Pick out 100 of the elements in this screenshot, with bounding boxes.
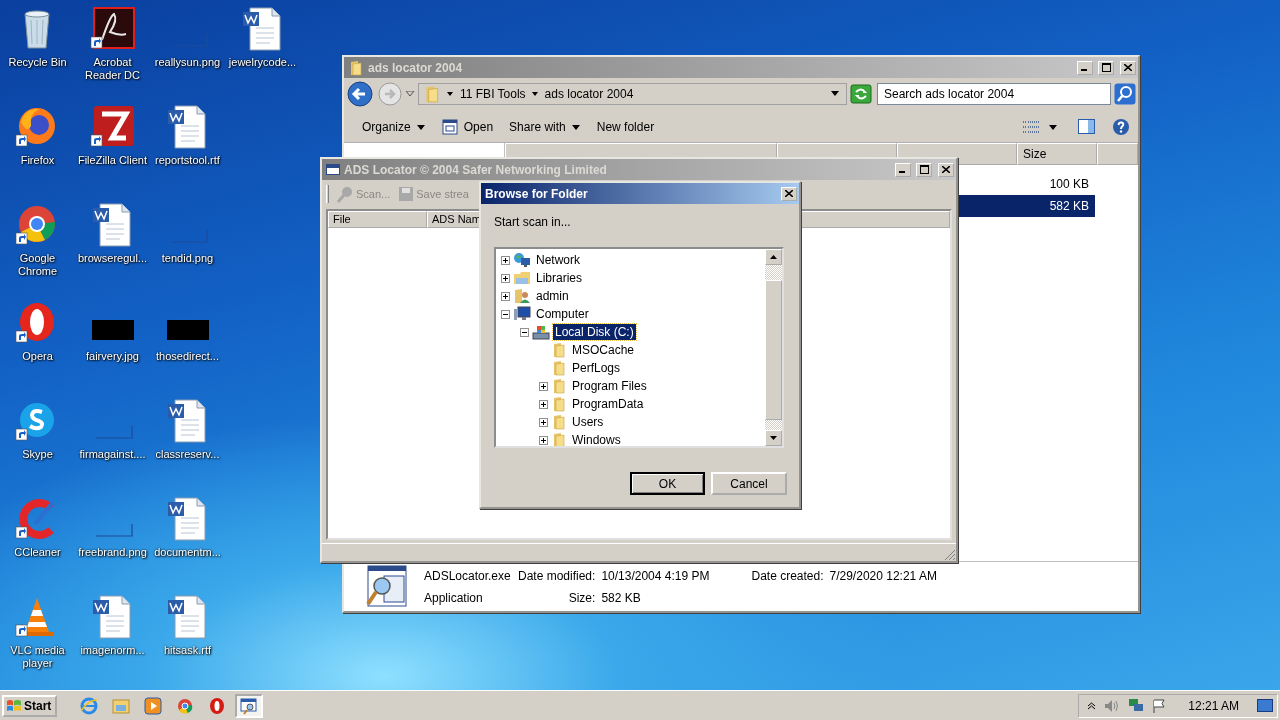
file-row[interactable]: 582 KB <box>957 195 1095 217</box>
toolbar-button[interactable]: Share with <box>505 117 585 137</box>
taskbar-button[interactable] <box>235 693 264 718</box>
folder-icon <box>551 432 567 446</box>
scroll-up-button[interactable] <box>765 249 782 265</box>
folder-icon <box>551 360 567 376</box>
caret-icon[interactable] <box>1049 124 1058 130</box>
expand-toggle[interactable] <box>520 327 529 337</box>
minimize-button[interactable] <box>1077 60 1093 75</box>
folder-icon <box>551 396 567 412</box>
detail-value: 7/29/2020 12:21 AM <box>829 568 937 583</box>
window-title: Browse for Folder <box>485 186 589 201</box>
view-list-icon[interactable] <box>1023 120 1041 134</box>
close-button[interactable] <box>781 186 797 201</box>
app-logo-icon[interactable] <box>89 104 136 150</box>
address-bar[interactable]: 11 FBI Tools ads locator 2004 <box>418 83 847 105</box>
show-desktop-icon[interactable] <box>1257 698 1273 713</box>
chevron-icon[interactable] <box>531 91 539 97</box>
clock[interactable]: 12:21 AM <box>1188 698 1239 713</box>
file-name: Recycle Bin <box>8 56 67 69</box>
refresh-button[interactable] <box>850 84 872 104</box>
file-name: reportstool.rtf <box>155 154 220 167</box>
tree-item[interactable]: MSOCache <box>570 342 637 358</box>
toolbar-button[interactable]: Open <box>437 116 498 138</box>
detail-value: 582 KB <box>601 590 642 605</box>
resize-grip-icon[interactable] <box>944 549 956 561</box>
tree-item[interactable]: ProgramData <box>570 396 646 412</box>
chevron-icon[interactable] <box>447 91 454 97</box>
expand-toggle[interactable] <box>539 417 548 427</box>
file-name: Google Chrome <box>17 252 58 278</box>
scroll-down-button[interactable] <box>765 430 782 446</box>
expand-toggle[interactable] <box>501 309 510 319</box>
file-type: Application <box>424 590 484 605</box>
tree-item[interactable]: Local Disk (C:) <box>553 324 636 340</box>
file-name: fairvery.jpg <box>86 350 139 363</box>
column-header[interactable]: File <box>328 211 427 228</box>
file-name: freebrand.png <box>78 546 147 559</box>
window-title: ADS Locator © 2004 Safer Networking Limited <box>344 162 608 177</box>
file-name: imagenorm... <box>80 644 145 657</box>
flag-icon[interactable] <box>1152 698 1167 713</box>
file-name: reallysun.png <box>154 56 221 69</box>
file-row[interactable]: 100 KB <box>957 173 1095 195</box>
close-button[interactable] <box>1120 60 1136 75</box>
expand-toggle[interactable] <box>539 435 548 445</box>
expand-toggle[interactable] <box>539 381 548 391</box>
file-name: documentm... <box>154 546 221 559</box>
folder-icon <box>423 85 441 103</box>
search-field[interactable]: Search ads locator 2004 <box>877 83 1111 105</box>
dialog-button[interactable]: Cancel <box>711 472 787 495</box>
folder-icon <box>111 696 132 715</box>
tree-item[interactable]: Computer <box>534 306 591 322</box>
scroll-thumb[interactable] <box>765 280 782 420</box>
start-button[interactable]: Start <box>2 694 58 717</box>
caret-icon[interactable] <box>831 91 840 97</box>
file-size: 582 KB <box>1049 199 1089 213</box>
tree-item[interactable]: Users <box>570 414 606 430</box>
pdf-app-icon[interactable] <box>89 6 136 52</box>
magnifier-icon <box>336 185 354 203</box>
folder-icon <box>551 342 567 358</box>
help-icon[interactable] <box>1112 118 1130 136</box>
tree-item[interactable]: PerfLogs <box>570 360 623 376</box>
expand-toggle[interactable] <box>501 273 510 283</box>
dialog-button[interactable]: OK <box>630 472 705 495</box>
app-window-icon <box>239 696 260 715</box>
search-icon[interactable] <box>1114 83 1136 105</box>
maximize-icon <box>919 165 929 174</box>
detail-label: Size: <box>567 590 596 605</box>
breadcrumb[interactable]: 11 FBI Tools <box>460 87 526 101</box>
expand-toggle[interactable] <box>501 255 510 265</box>
tree-item[interactable]: admin <box>534 288 571 304</box>
minimize-button[interactable] <box>895 162 911 177</box>
arrow-up-icon <box>770 255 777 259</box>
file-name: Acrobat Reader DC <box>85 56 140 82</box>
tree-item[interactable]: Program Files <box>570 378 649 394</box>
toolbar-button[interactable]: New folder <box>592 117 659 137</box>
breadcrumb[interactable]: ads locator 2004 <box>544 87 634 101</box>
maximize-button[interactable] <box>916 162 932 177</box>
maximize-button[interactable] <box>1098 60 1114 75</box>
scrollbar[interactable] <box>765 249 782 446</box>
computer-icon <box>513 306 531 322</box>
close-button[interactable] <box>938 162 954 177</box>
expand-toggle[interactable] <box>501 291 510 301</box>
file-name: FileZilla Client <box>77 154 148 167</box>
play-icon <box>144 696 163 715</box>
tree-item[interactable]: Network <box>534 252 582 268</box>
expand-toggle[interactable] <box>539 399 548 409</box>
back-button[interactable] <box>346 80 374 108</box>
network-icon[interactable] <box>1128 697 1145 714</box>
tree-item[interactable]: Libraries <box>534 270 585 286</box>
tree-item[interactable]: Windows <box>570 432 623 446</box>
file-name: browseregul... <box>77 252 148 265</box>
folder-icon <box>348 59 364 76</box>
browser-e-icon <box>80 696 99 715</box>
column-header[interactable]: Size <box>1017 143 1097 165</box>
file-name: Skype <box>22 448 53 461</box>
preview-pane-icon[interactable] <box>1078 119 1096 135</box>
toolbar-button[interactable]: Organize <box>358 117 430 137</box>
file-name: firmagainst.... <box>79 448 146 461</box>
chevron-up-icon[interactable] <box>1087 701 1097 710</box>
file-name: Opera <box>22 350 53 363</box>
